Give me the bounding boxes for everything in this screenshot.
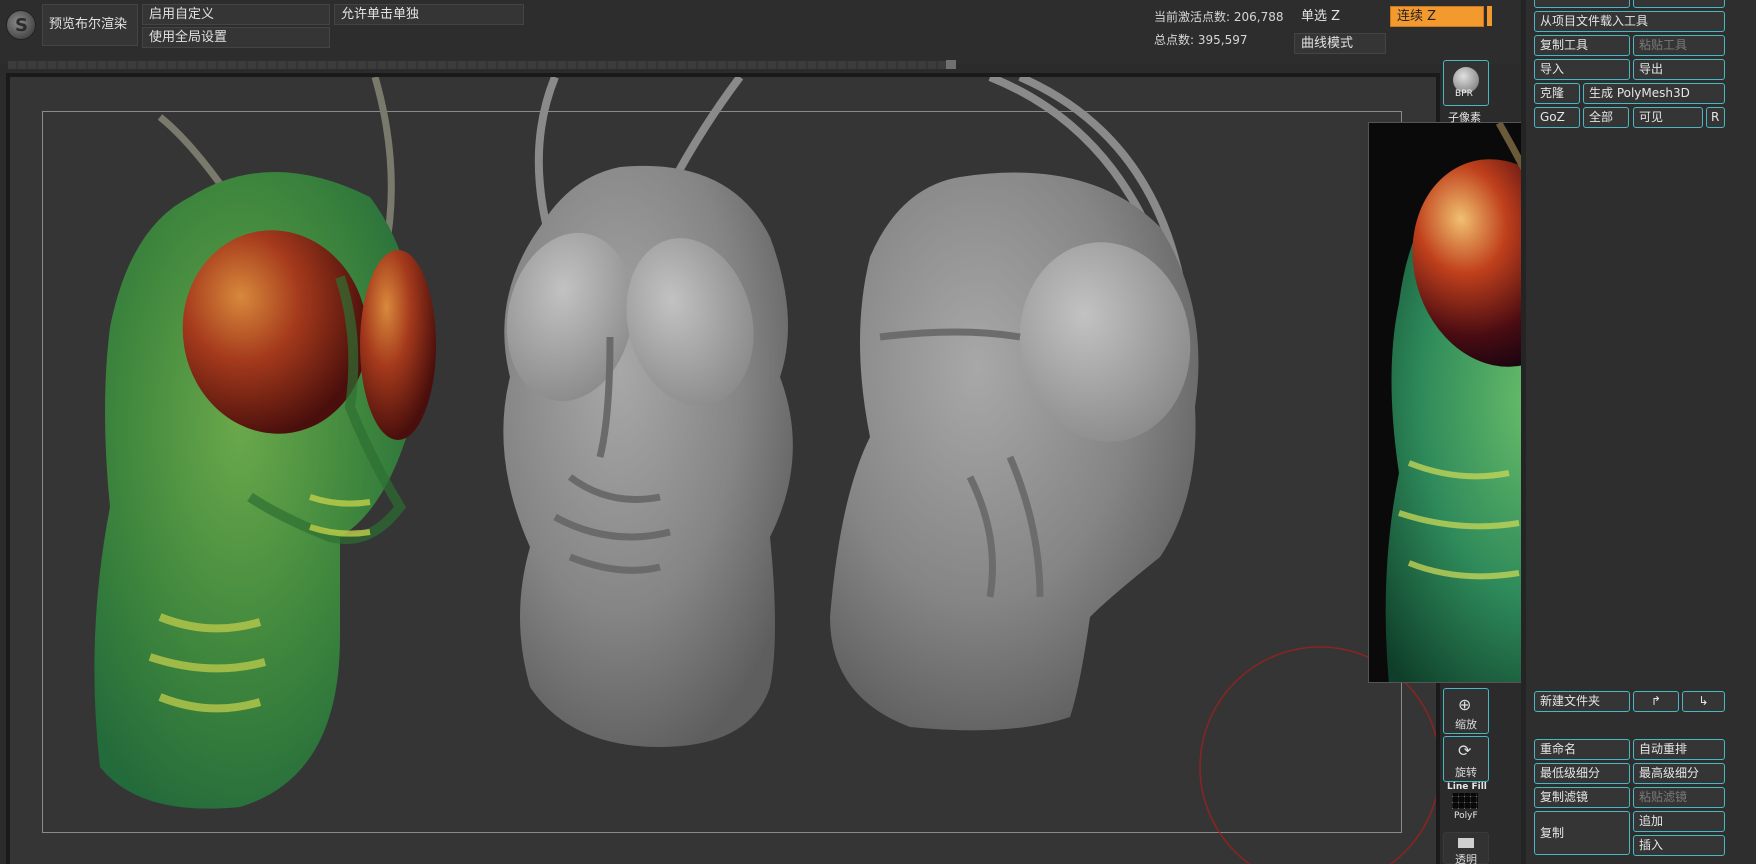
folder-down-icon[interactable]: ↳ xyxy=(1682,691,1725,712)
polyf-label: PolyF xyxy=(1454,811,1478,821)
preview-bool-render-button[interactable]: 预览布尔渲染 xyxy=(42,4,138,46)
auto-reorder-button[interactable]: 自动重排 xyxy=(1633,739,1725,760)
rename-button[interactable]: 重命名 xyxy=(1534,739,1630,760)
goz-visible-button[interactable]: 可见 xyxy=(1633,107,1703,128)
use-global-settings-button[interactable]: 使用全局设置 xyxy=(142,27,330,48)
grey-front-sculpt-head[interactable] xyxy=(492,77,793,747)
new-folder-button[interactable]: 新建文件夹 xyxy=(1534,691,1630,712)
zoom-icon: ⊕ xyxy=(1458,695,1472,714)
continuous-z-button[interactable]: 连续 Z xyxy=(1390,6,1484,27)
continuous-z-indicator xyxy=(1487,6,1492,26)
shelf-scroller-knob[interactable] xyxy=(946,60,956,69)
copy-tool-button[interactable]: 复制工具 xyxy=(1534,35,1630,56)
tool-panel xyxy=(1526,0,1756,864)
insert-button[interactable]: 插入 xyxy=(1633,835,1725,856)
rotate-label: 旋转 xyxy=(1455,766,1477,779)
import-button[interactable]: 导入 xyxy=(1534,59,1630,80)
bpr-label: BPR xyxy=(1455,89,1473,99)
zoom-label: 缩放 xyxy=(1455,718,1477,731)
transparent-button[interactable]: 透明 xyxy=(1443,832,1489,864)
highest-subdiv-button[interactable]: 最高级细分 xyxy=(1633,763,1725,784)
load-from-project-button[interactable]: 从项目文件载入工具 xyxy=(1534,11,1725,32)
goz-r-button[interactable]: R xyxy=(1706,107,1725,128)
panel-top-button-right[interactable] xyxy=(1633,0,1725,8)
polyf-grid-icon[interactable] xyxy=(1452,793,1478,809)
top-toolbar: S 预览布尔渲染 启用自定义 使用全局设置 允许单击单独 当前激活点数: 206… xyxy=(0,0,1520,64)
single-z-button[interactable]: 单选 Z xyxy=(1294,6,1386,27)
sculpt-viewport[interactable] xyxy=(10,77,1436,864)
goz-all-button[interactable]: 全部 xyxy=(1583,107,1629,128)
active-points-count: 当前激活点数: 206,788 xyxy=(1154,10,1284,24)
curve-mode-button[interactable]: 曲线模式 xyxy=(1294,33,1386,54)
shelf-scroller[interactable] xyxy=(8,61,954,69)
clone-button[interactable]: 克隆 xyxy=(1534,83,1580,104)
paste-tool-button[interactable]: 粘贴工具 xyxy=(1633,35,1725,56)
rotate-icon: ⟳ xyxy=(1458,741,1472,760)
bpr-button[interactable]: BPR xyxy=(1443,60,1489,106)
copy-filter-button[interactable]: 复制滤镜 xyxy=(1534,787,1630,808)
paste-filter-button[interactable]: 粘贴滤镜 xyxy=(1633,787,1725,808)
zoom-button[interactable]: ⊕ 缩放 xyxy=(1443,688,1489,734)
rotate-button[interactable]: ⟳ 旋转 xyxy=(1443,736,1489,782)
total-points-count: 总点数: 395,597 xyxy=(1154,33,1248,47)
append-button[interactable]: 追加 xyxy=(1633,811,1725,832)
enable-custom-button[interactable]: 启用自定义 xyxy=(142,4,330,25)
grey-side-sculpt-head[interactable] xyxy=(830,77,1203,731)
goz-button[interactable]: GoZ xyxy=(1534,107,1580,128)
transparent-icon xyxy=(1458,838,1474,848)
transparent-label: 透明 xyxy=(1455,853,1477,864)
make-polymesh-button[interactable]: 生成 PolyMesh3D xyxy=(1583,83,1725,104)
duplicate-button[interactable]: 复制 xyxy=(1534,811,1630,855)
colored-sculpt-head[interactable] xyxy=(94,77,436,809)
folder-up-icon[interactable]: ↱ xyxy=(1633,691,1679,712)
line-fill-label: Line Fill xyxy=(1447,782,1487,792)
lowest-subdiv-button[interactable]: 最低级细分 xyxy=(1534,763,1630,784)
panel-top-button-left[interactable] xyxy=(1534,0,1630,8)
export-button[interactable]: 导出 xyxy=(1633,59,1725,80)
zbrush-logo-icon[interactable]: S xyxy=(6,10,36,40)
allow-single-solo-button[interactable]: 允许单击单独 xyxy=(334,4,524,25)
subpixel-label: 子像素 xyxy=(1448,111,1481,124)
